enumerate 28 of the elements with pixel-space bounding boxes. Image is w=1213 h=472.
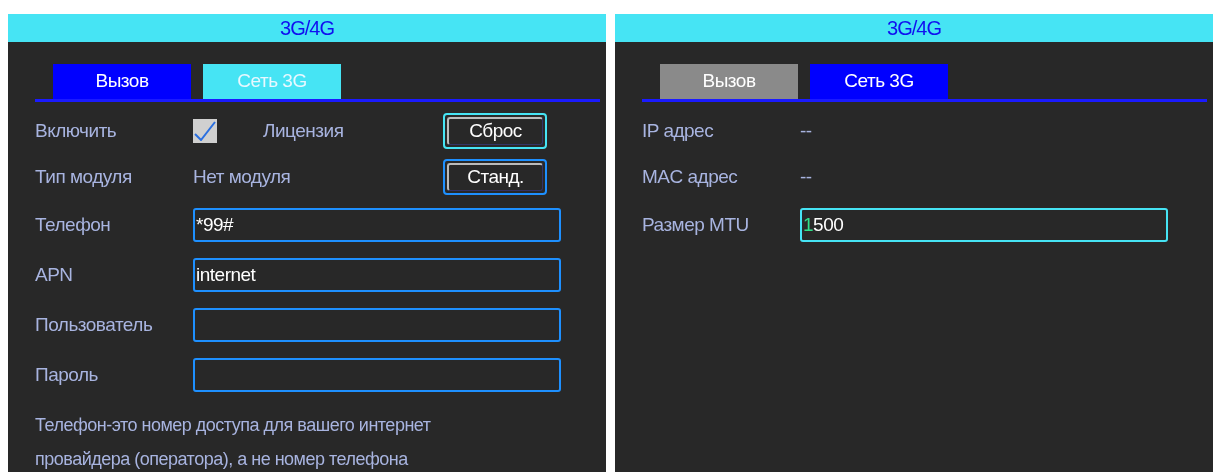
row-label: MAC адрес — [642, 164, 739, 189]
input-field[interactable]: internet — [193, 258, 561, 292]
checkbox[interactable] — [193, 119, 217, 143]
help-text: Телефон-это номер доступа для вашего интернет — [35, 414, 432, 437]
row-label: Пользователь — [35, 312, 154, 337]
action-button[interactable]: Сброс — [443, 113, 547, 149]
row-value: Нет модуля — [193, 164, 292, 189]
row-label: Телефон — [35, 212, 112, 237]
row-label: APN — [35, 262, 74, 287]
help-text: провайдера (оператора), а не номер телефона — [35, 448, 410, 471]
checkmark-icon — [194, 121, 216, 141]
row-label: Размер MTU — [642, 212, 750, 237]
tab[interactable]: Сеть 3G — [810, 64, 948, 99]
row-label: Тип модуля — [35, 164, 133, 189]
tab[interactable]: Вызов — [53, 64, 191, 99]
row-value: -- — [800, 164, 813, 189]
row-label: IP адрес — [642, 118, 715, 143]
input-field[interactable]: 1500 — [800, 208, 1168, 242]
row-label: Лицензия — [263, 118, 345, 143]
action-button[interactable]: Станд. — [443, 159, 547, 195]
input-field[interactable]: *99# — [193, 208, 561, 242]
input-field[interactable] — [193, 308, 561, 342]
window-title: 3G/4G — [8, 14, 606, 42]
window-title: 3G/4G — [615, 14, 1213, 42]
row-value: -- — [800, 118, 813, 143]
row-label: Пароль — [35, 362, 99, 387]
input-field[interactable] — [193, 358, 561, 392]
row-label: Включить — [35, 118, 118, 143]
